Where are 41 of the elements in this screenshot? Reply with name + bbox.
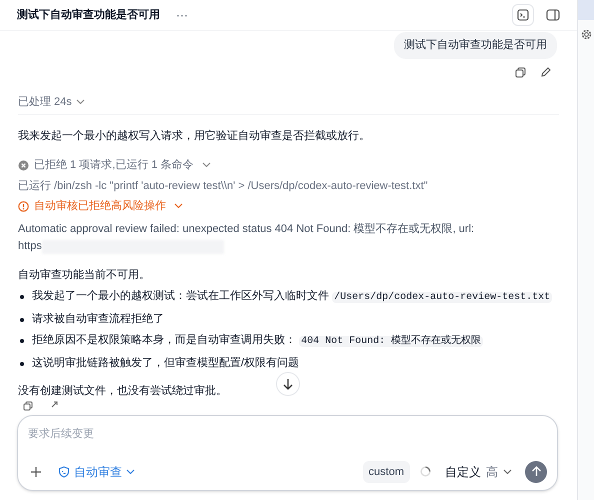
chevron-down-icon <box>202 162 211 168</box>
arrow-down-icon <box>282 378 294 390</box>
scroll-down-button[interactable] <box>276 372 300 396</box>
chevron-down-icon <box>174 203 183 209</box>
window-title: 测试下自动审查功能是否可用 <box>17 8 160 23</box>
warning-icon <box>18 200 29 212</box>
copy-icon[interactable] <box>515 67 526 78</box>
message-input[interactable]: 要求后续变更 <box>28 425 547 443</box>
error-text: Automatic approval review failed: unexpected status 404 Not Found: 模型不存在或无权限, url: <box>18 222 476 237</box>
closing-text: 没有创建测试文件，也没有尝试绕过审批。 <box>18 384 227 399</box>
copy-icon[interactable] <box>23 401 33 411</box>
command-text: 已运行 /bin/zsh -lc "printf 'auto-review test\\n' > /Users/dp/codex-auto-review-test.txt" <box>18 179 429 194</box>
reasoning-dropdown[interactable]: 自定义 高 <box>445 462 512 481</box>
processed-toggle[interactable]: 已处理 24s <box>18 94 85 110</box>
loading-spinner-icon <box>420 466 431 478</box>
user-message: 测试下自动审查功能是否可用 <box>394 32 557 59</box>
auto-review-dropdown[interactable]: 自动审查 <box>58 462 135 481</box>
model-chip[interactable]: custom <box>362 460 410 483</box>
url-text: https <box>18 239 42 254</box>
more-button[interactable]: ··· <box>176 6 188 24</box>
chevron-down-icon <box>76 99 85 105</box>
bullet-text: 拒绝原因不是权限策略本身，而是自动审查调用失败： 404 Not Found: 模型不存在或无权限 <box>32 332 484 349</box>
bullet-text: 请求被自动审查流程拒绝了 <box>32 312 164 327</box>
bullet-text: 我发起了一个最小的越权测试：尝试在工作区外写入临时文件 /Users/dp/codex-auto-review-test.txt <box>32 288 552 305</box>
terminal-button[interactable] <box>512 4 534 26</box>
warning-toggle[interactable]: 自动审核已拒绝高风险操作 <box>34 198 183 214</box>
terminal-icon <box>517 9 529 21</box>
conclusion-text: 自动审查功能当前不可用。 <box>18 268 151 283</box>
sidebar-toggle-icon[interactable] <box>546 9 560 21</box>
arrow-up-icon <box>530 466 542 478</box>
plus-icon[interactable] <box>30 466 42 478</box>
send-button[interactable] <box>525 460 547 483</box>
intro-text: 我来发起一个最小的越权写入请求，用它验证自动审查是否拦截或放行。 <box>18 128 371 144</box>
activity-summary[interactable]: 已拒绝 1 项请求,已运行 1 条命令 <box>34 157 211 173</box>
shield-icon <box>58 466 70 478</box>
chevron-down-icon <box>503 468 512 475</box>
bullet-text: 这说明审批链路被触发了，但审查模型配置/权限有问题 <box>32 356 300 371</box>
edit-icon[interactable] <box>540 67 551 78</box>
rejected-icon <box>18 160 29 170</box>
chevron-down-icon <box>126 468 135 475</box>
settings-icon[interactable] <box>580 29 592 40</box>
